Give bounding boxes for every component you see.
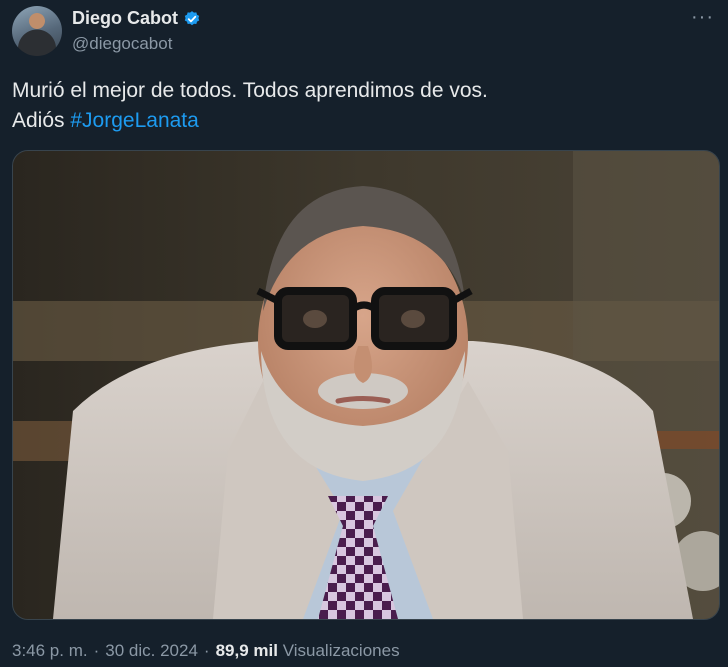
views-count: 89,9 mil (215, 641, 278, 660)
photo-illustration (13, 151, 719, 619)
tweet-text-prefix: Adiós (12, 109, 71, 132)
separator-dot: · (203, 641, 210, 660)
separator-dot: · (93, 641, 100, 660)
views-label: Visualizaciones (282, 641, 400, 660)
more-options-icon[interactable]: ··· (691, 6, 714, 29)
tweet-text: Murió el mejor de todos. Todos aprendimo… (12, 76, 712, 136)
author-handle[interactable]: @diegocabot (72, 34, 172, 54)
tweet-photo[interactable] (12, 150, 720, 620)
tweet: Diego Cabot @diegocabot ··· Murió el mej… (0, 0, 728, 667)
tweet-date[interactable]: 30 dic. 2024 (105, 641, 198, 660)
author-display-name[interactable]: Diego Cabot (72, 8, 178, 29)
author-name-row: Diego Cabot (72, 8, 201, 29)
tweet-text-line2: Adiós #JorgeLanata (12, 106, 712, 136)
tweet-meta: 3:46 p. m. · 30 dic. 2024 · 89,9 mil Visuali… (12, 641, 400, 661)
tweet-text-line1: Murió el mejor de todos. Todos aprendimo… (12, 79, 488, 102)
avatar[interactable] (12, 6, 62, 56)
verified-badge-icon[interactable] (183, 10, 201, 28)
hashtag-link[interactable]: #JorgeLanata (70, 109, 198, 132)
tweet-time[interactable]: 3:46 p. m. (12, 641, 88, 660)
